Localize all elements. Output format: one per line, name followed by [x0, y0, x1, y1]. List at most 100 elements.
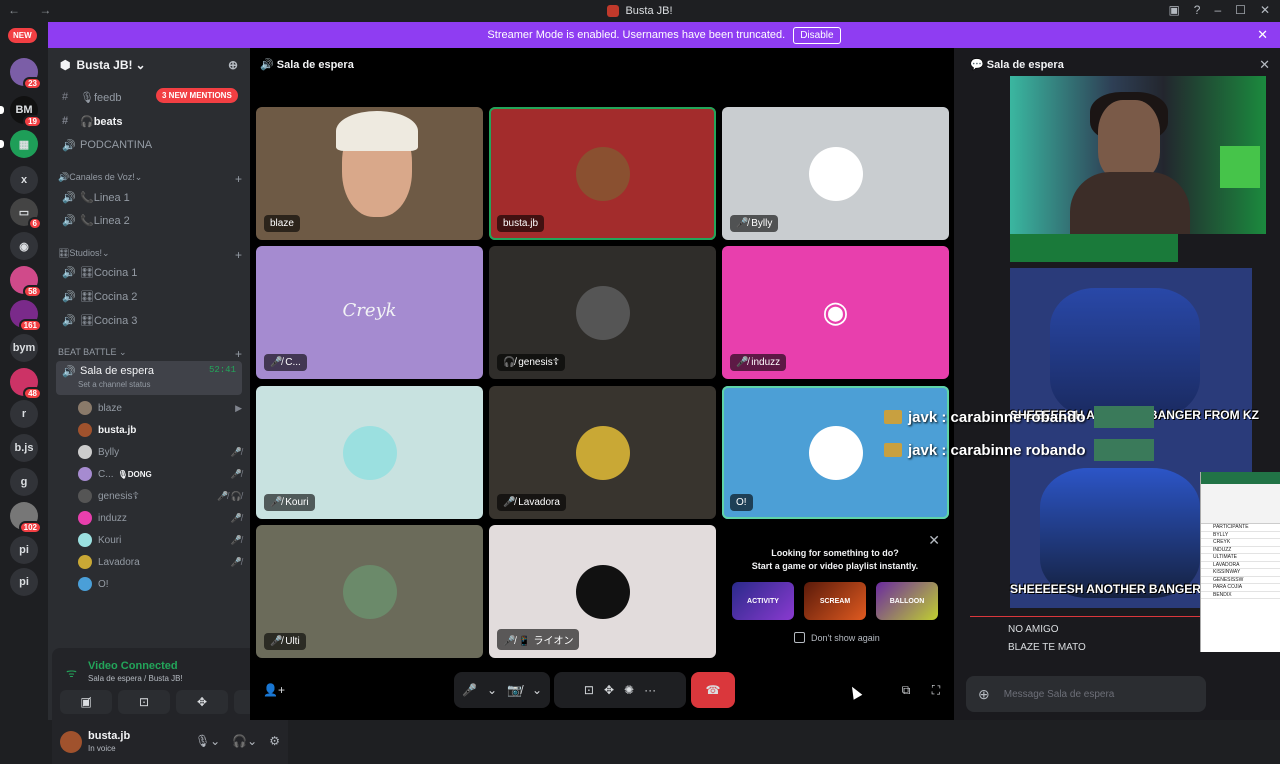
video-tile[interactable]: Creyk 🎤̸ C... — [256, 246, 483, 379]
server-icon[interactable]: 58 — [10, 266, 42, 298]
channel-podcantina[interactable]: 🔊 PODCANTINA — [56, 134, 242, 156]
popout-icon[interactable]: ⧉ — [896, 672, 916, 708]
video-tile[interactable]: 🎧̸ genesis☦ — [489, 246, 716, 379]
channel-cocina-2[interactable]: 🔊 🎛Cocina 2 — [56, 285, 242, 307]
new-mentions-badge[interactable]: 3 NEW MENTIONS — [156, 88, 238, 103]
video-tile[interactable]: 🎤̸ Ulti — [256, 525, 483, 658]
inbox-icon[interactable]: ▣ — [1168, 3, 1179, 17]
voice-member[interactable]: genesis☦ 🎤̸ 🎧̸ — [78, 486, 242, 506]
video-tile[interactable]: 🎤̸ Lavadora — [489, 386, 716, 519]
channel-status[interactable]: Set a channel status — [78, 380, 151, 389]
voice-location[interactable]: Sala de espera / Busta JB! — [88, 674, 183, 683]
server-icon[interactable]: b.js — [10, 434, 38, 462]
channel-linea-2[interactable]: 🔊 📞Linea 2 — [56, 209, 242, 231]
category-beat-battle[interactable]: BEAT BATTLE ⌄ + — [58, 347, 242, 361]
gear-icon[interactable]: ⚙ — [269, 734, 280, 748]
add-channel-icon[interactable]: + — [235, 172, 242, 186]
server-icon[interactable]: 161 — [10, 300, 42, 332]
message-input[interactable]: Message Sala de espera — [1004, 689, 1115, 700]
channel-beats[interactable]: # 🎧beats — [56, 110, 242, 132]
category-voice[interactable]: 🔊Canales de Voz! ⌄ + — [58, 172, 242, 186]
voice-member[interactable]: Bylly 🎤̸ — [78, 442, 242, 462]
server-icon[interactable]: 48 — [10, 368, 42, 400]
voice-member[interactable]: blaze ▶ — [78, 398, 242, 418]
video-tile[interactable]: 🎤̸ Bylly — [722, 107, 949, 240]
video-tile[interactable]: ◉ 🎤̸ induzz — [722, 246, 949, 379]
activity-card[interactable]: ACTIVITY — [732, 582, 794, 620]
help-icon[interactable]: ? — [1194, 3, 1201, 17]
activity-card[interactable]: SCREAM — [804, 582, 866, 620]
close-icon[interactable]: ✕ — [1259, 57, 1270, 73]
chat-badge-icon — [884, 410, 902, 424]
invite-icon[interactable]: ⊕ — [228, 58, 238, 72]
camera-off-icon[interactable]: 📷̸ — [507, 683, 522, 697]
chat-badge-icon — [884, 443, 902, 457]
activities-group: ⊡ ✥ ✺ ··· — [554, 672, 686, 708]
invite-user-icon[interactable]: 👤+ — [260, 672, 288, 708]
avatar — [78, 555, 92, 569]
speaker-icon: 🔊 — [62, 191, 76, 204]
server-icon[interactable]: g — [10, 468, 38, 496]
server-icon[interactable]: pi — [10, 568, 38, 596]
end-call-button[interactable]: ☎ — [691, 672, 735, 708]
voice-member[interactable]: C... 🎙DONG 🎤̸ — [78, 464, 242, 484]
server-icon[interactable]: bym — [10, 334, 38, 362]
minimize-button[interactable]: – — [1214, 3, 1221, 17]
microphone-icon[interactable]: 🎤 — [462, 683, 477, 697]
maximize-button[interactable]: ☐ — [1235, 3, 1246, 17]
server-label: pi — [19, 576, 29, 588]
server-icon[interactable]: ▭ 6 — [10, 198, 42, 230]
camera-off-button[interactable]: ▣̸ — [60, 690, 112, 714]
avatar — [78, 533, 92, 547]
voice-member[interactable]: Lavadora 🎤̸ — [78, 552, 242, 572]
server-icon[interactable]: 23 — [10, 58, 42, 90]
soundboard-icon[interactable]: ✺ — [624, 683, 634, 697]
server-icon[interactable]: ◉ — [10, 232, 38, 260]
channel-cocina-1[interactable]: 🔊 🎛Cocina 1 — [56, 261, 242, 283]
microphone-icon[interactable]: 🎙⌄ — [195, 734, 220, 748]
server-header[interactable]: ⬢ Busta JB! ⌄ ⊕ — [48, 48, 250, 82]
category-studios[interactable]: 🎛Studios! ⌄ + — [58, 248, 242, 262]
close-icon[interactable]: ✕ — [1257, 27, 1268, 43]
activity-card[interactable]: BALLOON — [876, 582, 938, 620]
more-icon[interactable]: ··· — [644, 683, 656, 697]
screen-share-icon[interactable]: ⊡ — [584, 683, 594, 697]
close-icon[interactable]: ✕ — [928, 532, 940, 549]
video-tile[interactable]: blaze — [256, 107, 483, 240]
server-list: NEW 23 BM 19 ▦ x ▭ 6 ◉ 58 161 bym 48 r b.js g 102 pi pi — [0, 22, 48, 720]
close-button[interactable]: ✕ — [1260, 3, 1270, 17]
add-attachment-icon[interactable]: ⊕ — [978, 686, 990, 703]
checkbox-icon[interactable] — [794, 632, 805, 643]
message-composer[interactable]: ⊕ Message Sala de espera — [966, 676, 1206, 712]
dont-show-again-checkbox[interactable]: Don't show again — [794, 632, 880, 643]
server-icon[interactable]: pi — [10, 536, 38, 564]
avatar[interactable] — [60, 731, 82, 753]
video-stage: 🔊 Sala de espera blaze busta.jb 🎤̸ Bylly Cr… — [250, 48, 954, 720]
channel-cocina-3[interactable]: 🔊 🎛Cocina 3 — [56, 309, 242, 331]
add-channel-icon[interactable]: + — [235, 347, 242, 361]
video-tile[interactable]: 🎤̸ 📱 ライオン — [489, 525, 716, 658]
server-icon[interactable]: r — [10, 400, 38, 428]
voice-member[interactable]: Kouri 🎤̸ — [78, 530, 242, 550]
add-channel-icon[interactable]: + — [235, 248, 242, 262]
server-icon[interactable]: ▦ — [0, 130, 38, 158]
headphones-icon[interactable]: 🎧⌄ — [232, 734, 257, 748]
server-icon[interactable]: 102 — [10, 502, 42, 534]
voice-member[interactable]: O! — [78, 574, 242, 594]
server-icon[interactable]: x — [10, 166, 38, 194]
voice-member[interactable]: induzz 🎤̸ — [78, 508, 242, 528]
fullscreen-icon[interactable]: ⛶ — [926, 672, 946, 708]
nav-arrows[interactable]: ← → — [8, 3, 59, 17]
server-icon: ⬢ — [60, 58, 71, 72]
video-tile[interactable]: busta.jb — [489, 107, 716, 240]
screen-share-button[interactable]: ⊡ — [118, 690, 170, 714]
disable-button[interactable]: Disable — [793, 26, 841, 44]
channel-linea-1[interactable]: 🔊 📞Linea 1 — [56, 186, 242, 208]
voice-member[interactable]: busta.jb — [78, 420, 242, 440]
video-tile[interactable]: 🎤̸ Kouri — [256, 386, 483, 519]
channel-sala-de-espera[interactable]: 🔊 Sala de espera 52:41 Set a channel sta… — [56, 361, 242, 395]
activities-icon[interactable]: ✥ — [604, 683, 614, 697]
signal-icon[interactable]: ᯤ — [66, 664, 77, 681]
server-icon[interactable]: BM 19 — [0, 96, 42, 128]
activities-button[interactable]: ✥ — [176, 690, 228, 714]
